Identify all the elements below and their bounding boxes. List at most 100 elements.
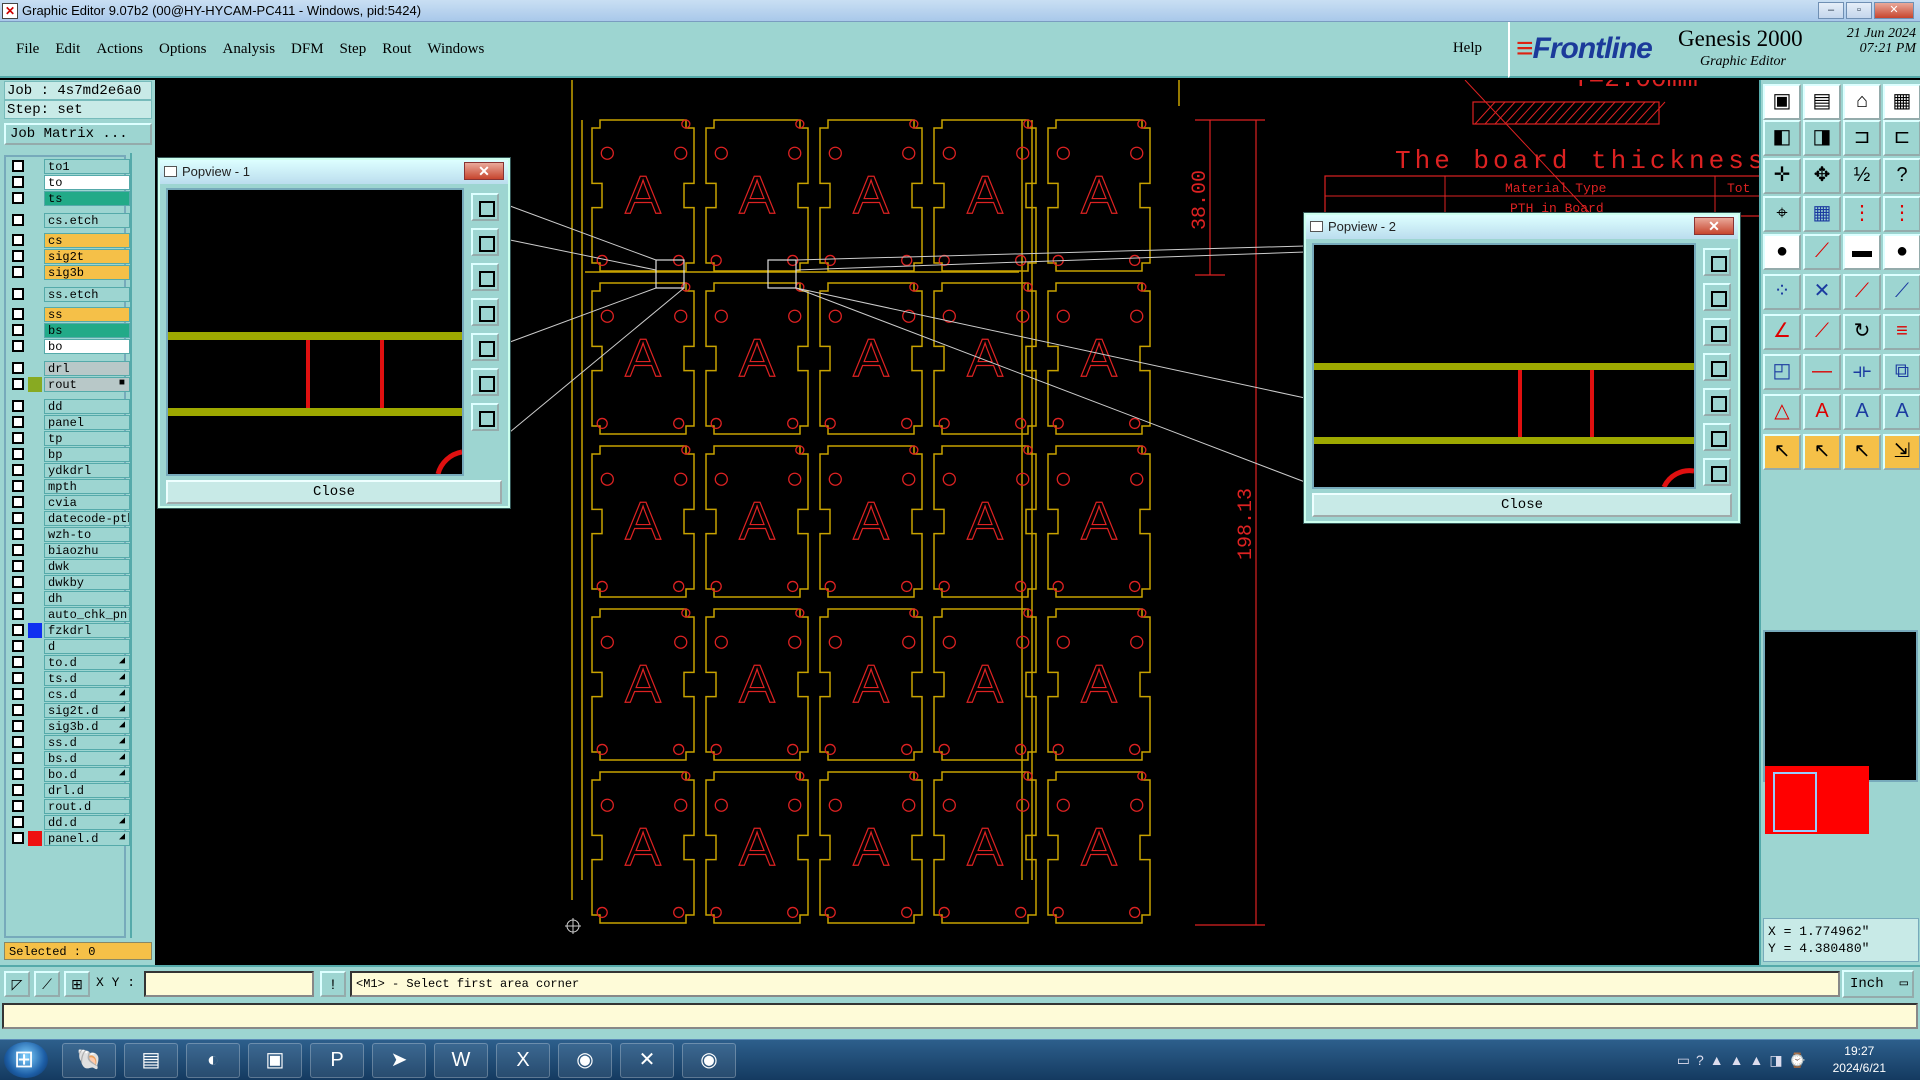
layer-color-swatch[interactable] bbox=[28, 751, 42, 766]
grid-tool-icon[interactable]: ▦ bbox=[1803, 196, 1841, 232]
app-publisher-icon[interactable]: P bbox=[310, 1043, 364, 1078]
connect-icon[interactable]: ⁘ bbox=[1763, 274, 1801, 310]
layer-color-swatch[interactable] bbox=[28, 559, 42, 574]
layer-name[interactable]: dwk bbox=[44, 559, 130, 574]
layer-row[interactable]: bs bbox=[8, 323, 130, 338]
window-icon[interactable]: ▦ bbox=[1883, 84, 1920, 120]
select-icon[interactable]: ↖ bbox=[1763, 434, 1801, 470]
layer-color-swatch[interactable] bbox=[28, 447, 42, 462]
pan-left-icon[interactable] bbox=[1703, 353, 1731, 381]
pan-right-icon[interactable] bbox=[1703, 388, 1731, 416]
layer-color-swatch[interactable] bbox=[28, 735, 42, 750]
layer-name[interactable]: ss.d bbox=[44, 735, 130, 750]
layer-name[interactable]: ts bbox=[44, 191, 130, 206]
app-shell-icon[interactable]: 🐚 bbox=[62, 1043, 116, 1078]
layer-checkbox[interactable] bbox=[12, 512, 24, 524]
layer-row[interactable]: drl bbox=[8, 361, 130, 376]
layer-color-swatch[interactable] bbox=[28, 527, 42, 542]
app-graphic-editor-icon[interactable]: ✕ bbox=[620, 1043, 674, 1078]
layer-name[interactable]: d bbox=[44, 639, 130, 654]
layer-row[interactable]: cvia bbox=[8, 495, 130, 510]
layer-row[interactable]: dd bbox=[8, 399, 130, 414]
layer-color-swatch[interactable] bbox=[28, 265, 42, 280]
layer-checkbox[interactable] bbox=[12, 362, 24, 374]
group-icon[interactable]: ⧉ bbox=[1883, 354, 1920, 390]
layer-color-swatch[interactable] bbox=[28, 399, 42, 414]
center-icon[interactable] bbox=[471, 403, 499, 431]
query-icon[interactable]: ? bbox=[1883, 158, 1920, 194]
layer-checkbox[interactable] bbox=[12, 250, 24, 262]
menu-options[interactable]: Options bbox=[159, 41, 207, 58]
layer-name[interactable]: bo bbox=[44, 339, 130, 354]
unit-selector[interactable]: Inch ▭ bbox=[1842, 970, 1914, 998]
layer-checkbox[interactable] bbox=[12, 752, 24, 764]
pad-icon[interactable]: ● bbox=[1763, 234, 1801, 270]
layer-color-swatch[interactable] bbox=[28, 607, 42, 622]
maximize-button[interactable]: ▫ bbox=[1846, 2, 1872, 19]
layer-name[interactable]: panel.d bbox=[44, 831, 130, 846]
net-icon[interactable]: ⋮ bbox=[1883, 196, 1920, 232]
link-icon[interactable]: ⟋ bbox=[1883, 274, 1920, 310]
layer-name[interactable]: mpth bbox=[44, 479, 130, 494]
layer-name[interactable]: tp bbox=[44, 431, 130, 446]
layer-color-swatch[interactable] bbox=[28, 591, 42, 606]
arc-a-icon[interactable]: A bbox=[1843, 394, 1881, 430]
layer-color-swatch[interactable] bbox=[28, 671, 42, 686]
layer-name[interactable]: dwkby bbox=[44, 575, 130, 590]
select-area-icon[interactable]: ↖ bbox=[1843, 434, 1881, 470]
layer-name[interactable]: rout bbox=[44, 377, 130, 392]
popview-2-close-icon[interactable]: ✕ bbox=[1694, 217, 1734, 235]
layer-name[interactable]: sig2t.d bbox=[44, 703, 130, 718]
route-icon[interactable]: ⊏ bbox=[1883, 120, 1920, 156]
app-genesis-icon[interactable]: ◉ bbox=[558, 1043, 612, 1078]
layer-row[interactable]: ss.d ◢ bbox=[8, 735, 130, 750]
layer-name[interactable]: sig3b bbox=[44, 265, 130, 280]
grid-icon[interactable]: ⊞ bbox=[64, 971, 90, 997]
spacing-icon[interactable]: ⟛ bbox=[1843, 354, 1881, 390]
layer-row[interactable]: wzh-to bbox=[8, 527, 130, 542]
pan-icon[interactable]: ✥ bbox=[1803, 158, 1841, 194]
layer-row[interactable]: sig3b bbox=[8, 265, 130, 280]
zoom-out-icon[interactable] bbox=[471, 228, 499, 256]
snap-tool-icon[interactable]: ⋮ bbox=[1843, 196, 1881, 232]
menu-actions[interactable]: Actions bbox=[96, 41, 143, 58]
popview-2-close-button[interactable]: Close bbox=[1312, 493, 1732, 517]
popview-1-window[interactable]: Popview - 1 ✕ Close bbox=[158, 158, 510, 508]
layer-checkbox[interactable] bbox=[12, 704, 24, 716]
layer-checkbox[interactable] bbox=[12, 768, 24, 780]
layer-checkbox[interactable] bbox=[12, 214, 24, 226]
center-icon[interactable] bbox=[1703, 458, 1731, 486]
layer-row[interactable]: dwk bbox=[8, 559, 130, 574]
start-button[interactable] bbox=[4, 1042, 48, 1078]
align-icon[interactable]: ≡ bbox=[1883, 314, 1920, 350]
layer-row[interactable]: to.d ◢ bbox=[8, 655, 130, 670]
layer-checkbox[interactable] bbox=[12, 308, 24, 320]
layer-color-swatch[interactable] bbox=[28, 415, 42, 430]
layer-row[interactable]: mpth bbox=[8, 479, 130, 494]
page-icon[interactable]: ▣ bbox=[1763, 84, 1801, 120]
mini-map[interactable] bbox=[1763, 630, 1918, 834]
layer-name[interactable]: panel bbox=[44, 415, 130, 430]
popview-2-window[interactable]: Popview - 2 ✕ Close bbox=[1304, 213, 1740, 523]
app-browser-icon[interactable]: ◐ bbox=[186, 1043, 240, 1078]
popview-2-view[interactable] bbox=[1312, 243, 1696, 489]
menu-file[interactable]: File bbox=[16, 41, 39, 58]
job-matrix-button[interactable]: Job Matrix ... bbox=[4, 123, 152, 145]
layer-name[interactable]: sig2t bbox=[44, 249, 130, 264]
pan-right-icon[interactable] bbox=[471, 333, 499, 361]
menu-edit[interactable]: Edit bbox=[55, 41, 80, 58]
menu-analysis[interactable]: Analysis bbox=[223, 41, 276, 58]
layer-name[interactable]: dh bbox=[44, 591, 130, 606]
minus-icon[interactable]: — bbox=[1803, 354, 1841, 390]
layer-name[interactable]: wzh-to bbox=[44, 527, 130, 542]
page-down-icon[interactable]: ▤ bbox=[1803, 84, 1841, 120]
layer-row[interactable]: panel.d ◢ bbox=[8, 831, 130, 846]
layer-row[interactable]: sig2t.d ◢ bbox=[8, 703, 130, 718]
popview-1-close-button[interactable]: Close bbox=[166, 480, 502, 504]
layer-name[interactable]: bs.d bbox=[44, 751, 130, 766]
layer-color-swatch[interactable] bbox=[28, 511, 42, 526]
taskbar-clock[interactable]: 19:27 2024/6/21 bbox=[1833, 1043, 1886, 1077]
layer-name[interactable]: ydkdrl bbox=[44, 463, 130, 478]
layer-checkbox[interactable] bbox=[12, 720, 24, 732]
layer-color-swatch[interactable] bbox=[28, 339, 42, 354]
